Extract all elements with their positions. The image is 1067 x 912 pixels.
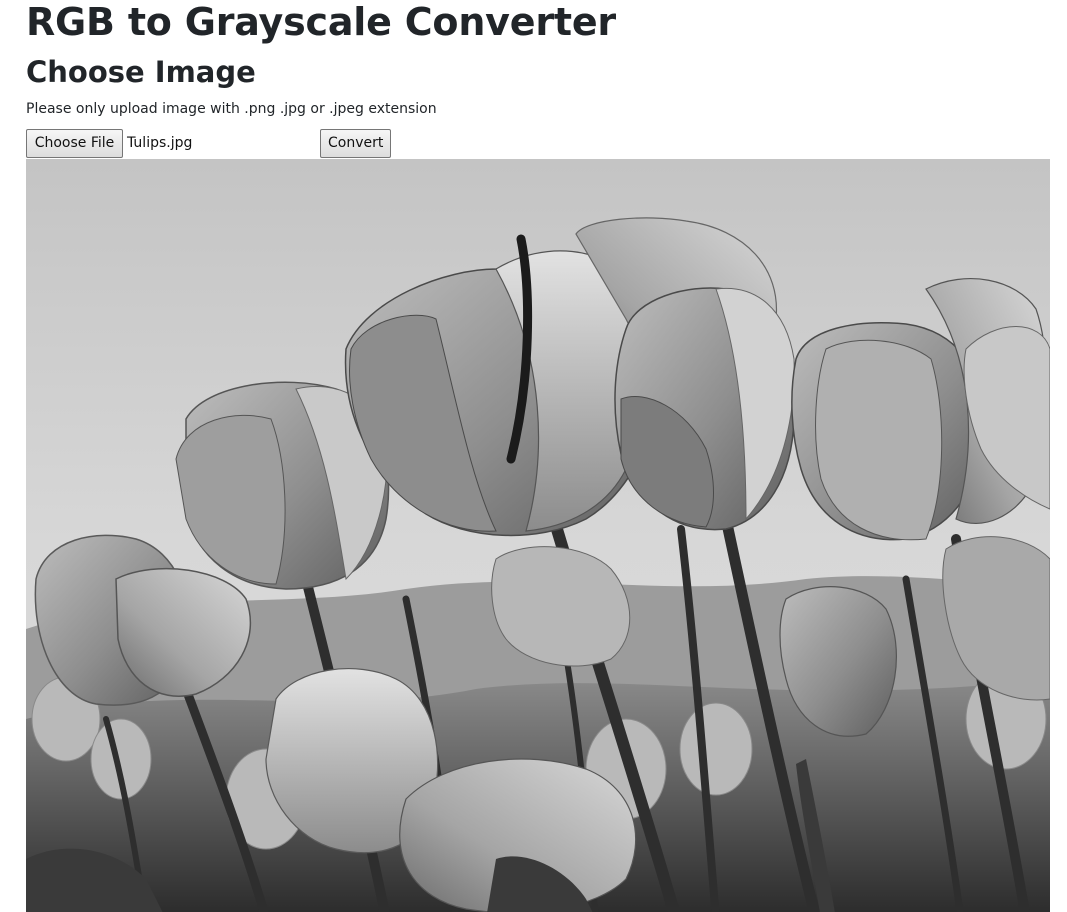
page: RGB to Grayscale Converter Choose Image … xyxy=(0,0,1067,912)
page-title: RGB to Grayscale Converter xyxy=(26,0,616,44)
converted-image-preview xyxy=(26,159,1050,912)
convert-button[interactable]: Convert xyxy=(320,129,391,158)
upload-hint: Please only upload image with .png .jpg … xyxy=(26,101,437,117)
file-upload-form: Choose File Tulips.jpg Convert xyxy=(26,129,406,158)
tulips-grayscale-image xyxy=(26,159,1050,912)
selected-file-name: Tulips.jpg xyxy=(127,135,193,151)
section-heading: Choose Image xyxy=(26,55,256,89)
choose-file-button[interactable]: Choose File xyxy=(26,129,123,158)
